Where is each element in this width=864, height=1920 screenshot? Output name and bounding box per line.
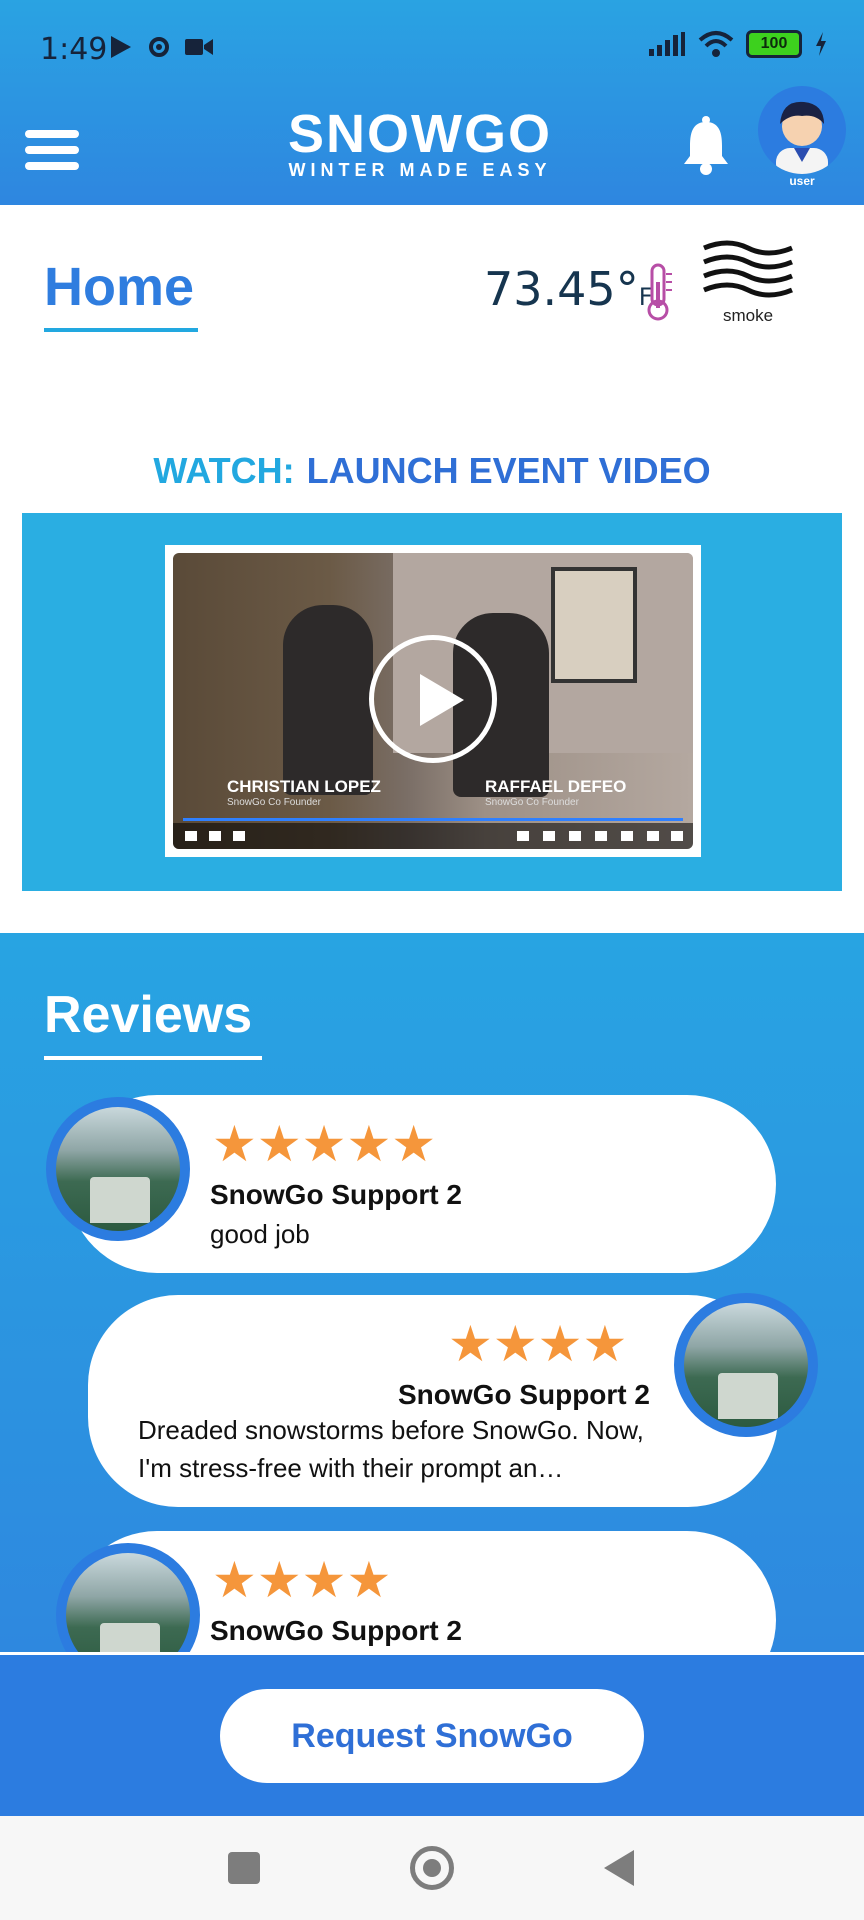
- watch-heading: WATCH: LAUNCH EVENT VIDEO: [0, 450, 864, 492]
- user-avatar-icon: [776, 101, 828, 174]
- charging-icon: [816, 32, 826, 56]
- notification-bell-icon[interactable]: [680, 114, 732, 176]
- status-time: 1:49: [40, 32, 108, 67]
- reviews-title: Reviews: [44, 986, 253, 1044]
- video-theater-icon[interactable]: [621, 831, 633, 841]
- reviews-underline: [44, 1056, 262, 1060]
- rating-stars: ★★★★: [212, 1552, 392, 1608]
- reviewer-avatar: [674, 1293, 818, 1437]
- back-icon[interactable]: [604, 1850, 634, 1886]
- recent-apps-icon[interactable]: [228, 1852, 260, 1884]
- reviews-section: Reviews ★★★★★ SnowGo Support 2 good job …: [0, 933, 864, 1709]
- video-caption-role-1: SnowGo Co Founder: [227, 797, 321, 808]
- review-text: good job: [210, 1219, 310, 1249]
- watch-prefix: WATCH:: [153, 450, 295, 491]
- menu-icon: [25, 130, 79, 138]
- reviewer-avatar: [46, 1097, 190, 1241]
- brand-name: SNOWGO: [288, 104, 552, 164]
- review-text: Dreaded snowstorms before SnowGo. Now, I…: [138, 1415, 644, 1483]
- video-volume-icon[interactable]: [233, 831, 245, 841]
- video-camera-icon: [185, 39, 213, 55]
- status-bar: 1:49 100: [0, 0, 864, 100]
- video-caption-name-2: RAFFAEL DEFEO: [485, 777, 627, 796]
- app-bar: SNOWGO WINTER MADE EASY user: [0, 86, 864, 205]
- watch-title: LAUNCH EVENT VIDEO: [306, 450, 711, 491]
- video-cast-icon[interactable]: [647, 831, 659, 841]
- brand-logo: SNOWGO WINTER MADE EASY: [250, 104, 590, 181]
- weather-condition-label: smoke: [722, 306, 774, 325]
- page-title: Home: [44, 257, 195, 317]
- video-miniplayer-icon[interactable]: [595, 831, 607, 841]
- rating-stars: ★★★★: [448, 1316, 628, 1372]
- bottom-action-bar: Request SnowGo: [0, 1652, 864, 1816]
- video-fullscreen-icon[interactable]: [671, 831, 683, 841]
- temperature-readout: 73.45°F: [484, 262, 653, 316]
- thermometer-icon: [647, 263, 672, 321]
- wifi-icon: [698, 31, 734, 57]
- battery-indicator: 100: [746, 30, 802, 58]
- user-label: user: [789, 174, 815, 188]
- user-avatar[interactable]: [758, 86, 846, 174]
- smoke-weather-icon: [703, 240, 793, 298]
- video-settings-icon[interactable]: [569, 831, 581, 841]
- review-author: SnowGo Support 2: [210, 1179, 462, 1210]
- request-snowgo-button[interactable]: Request SnowGo: [220, 1689, 644, 1783]
- video-caption-name-1: CHRISTIAN LOPEZ: [227, 777, 381, 796]
- video-caption-role-2: SnowGo Co Founder: [485, 797, 579, 808]
- video-person-left: [283, 605, 373, 795]
- video-progress-bar[interactable]: [183, 818, 683, 821]
- system-navigation-bar: [0, 1816, 864, 1920]
- video-section: CHRISTIAN LOPEZ SnowGo Co Founder RAFFAE…: [22, 513, 842, 891]
- temperature-value: 73.45°: [484, 262, 639, 316]
- video-autoplay-icon[interactable]: [517, 831, 529, 841]
- wall-picture: [551, 567, 637, 683]
- title-underline: [44, 328, 198, 332]
- menu-button[interactable]: [22, 120, 82, 180]
- gear-icon: [149, 37, 169, 57]
- brand-tagline: WINTER MADE EASY: [288, 160, 552, 180]
- status-system-icons: 100: [648, 30, 828, 58]
- play-button-icon[interactable]: [369, 635, 497, 763]
- video-controls: [173, 823, 693, 849]
- video-play-icon[interactable]: [185, 831, 197, 841]
- rating-stars: ★★★★★: [212, 1116, 437, 1172]
- review-author: SnowGo Support 2: [210, 1615, 462, 1646]
- video-next-icon[interactable]: [209, 831, 221, 841]
- video-captions-icon[interactable]: [543, 831, 555, 841]
- app-header-background: 1:49 100 SNOWGO WINTER MADE EASY user: [0, 0, 864, 205]
- status-notification-icons: [108, 34, 214, 60]
- review-author: SnowGo Support 2: [398, 1379, 650, 1410]
- play-store-icon: [111, 36, 131, 58]
- launch-video-player[interactable]: CHRISTIAN LOPEZ SnowGo Co Founder RAFFAE…: [173, 553, 693, 849]
- signal-icon: [649, 32, 685, 56]
- video-frame: CHRISTIAN LOPEZ SnowGo Co Founder RAFFAE…: [165, 545, 701, 857]
- home-icon[interactable]: [410, 1846, 454, 1890]
- review-card: ★★★★ SnowGo Support 2 Dreaded snowstorms…: [88, 1295, 778, 1507]
